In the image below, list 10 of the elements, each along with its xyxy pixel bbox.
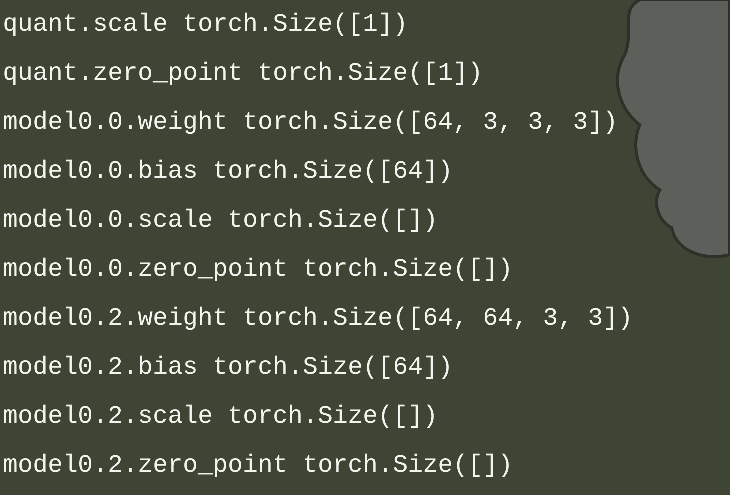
console-line: model0.2.zero_point torch.Size([]) — [3, 450, 514, 482]
console-line: quant.zero_point torch.Size([1]) — [3, 58, 484, 90]
console-line: model0.0.weight torch.Size([64, 3, 3, 3]) — [3, 107, 620, 139]
console-line: quant.scale torch.Size([1]) — [3, 9, 410, 41]
console-line: model0.0.zero_point torch.Size([]) — [3, 254, 514, 286]
console-line: model0.0.scale torch.Size([]) — [3, 205, 440, 237]
console-line: model0.2.bias torch.Size([64]) — [3, 352, 454, 384]
console-line: model0.0.bias torch.Size([64]) — [3, 156, 454, 188]
console-line: model0.2.weight torch.Size([64, 64, 3, 3]) — [3, 303, 634, 335]
console-line: model0.2.scale torch.Size([]) — [3, 401, 440, 433]
